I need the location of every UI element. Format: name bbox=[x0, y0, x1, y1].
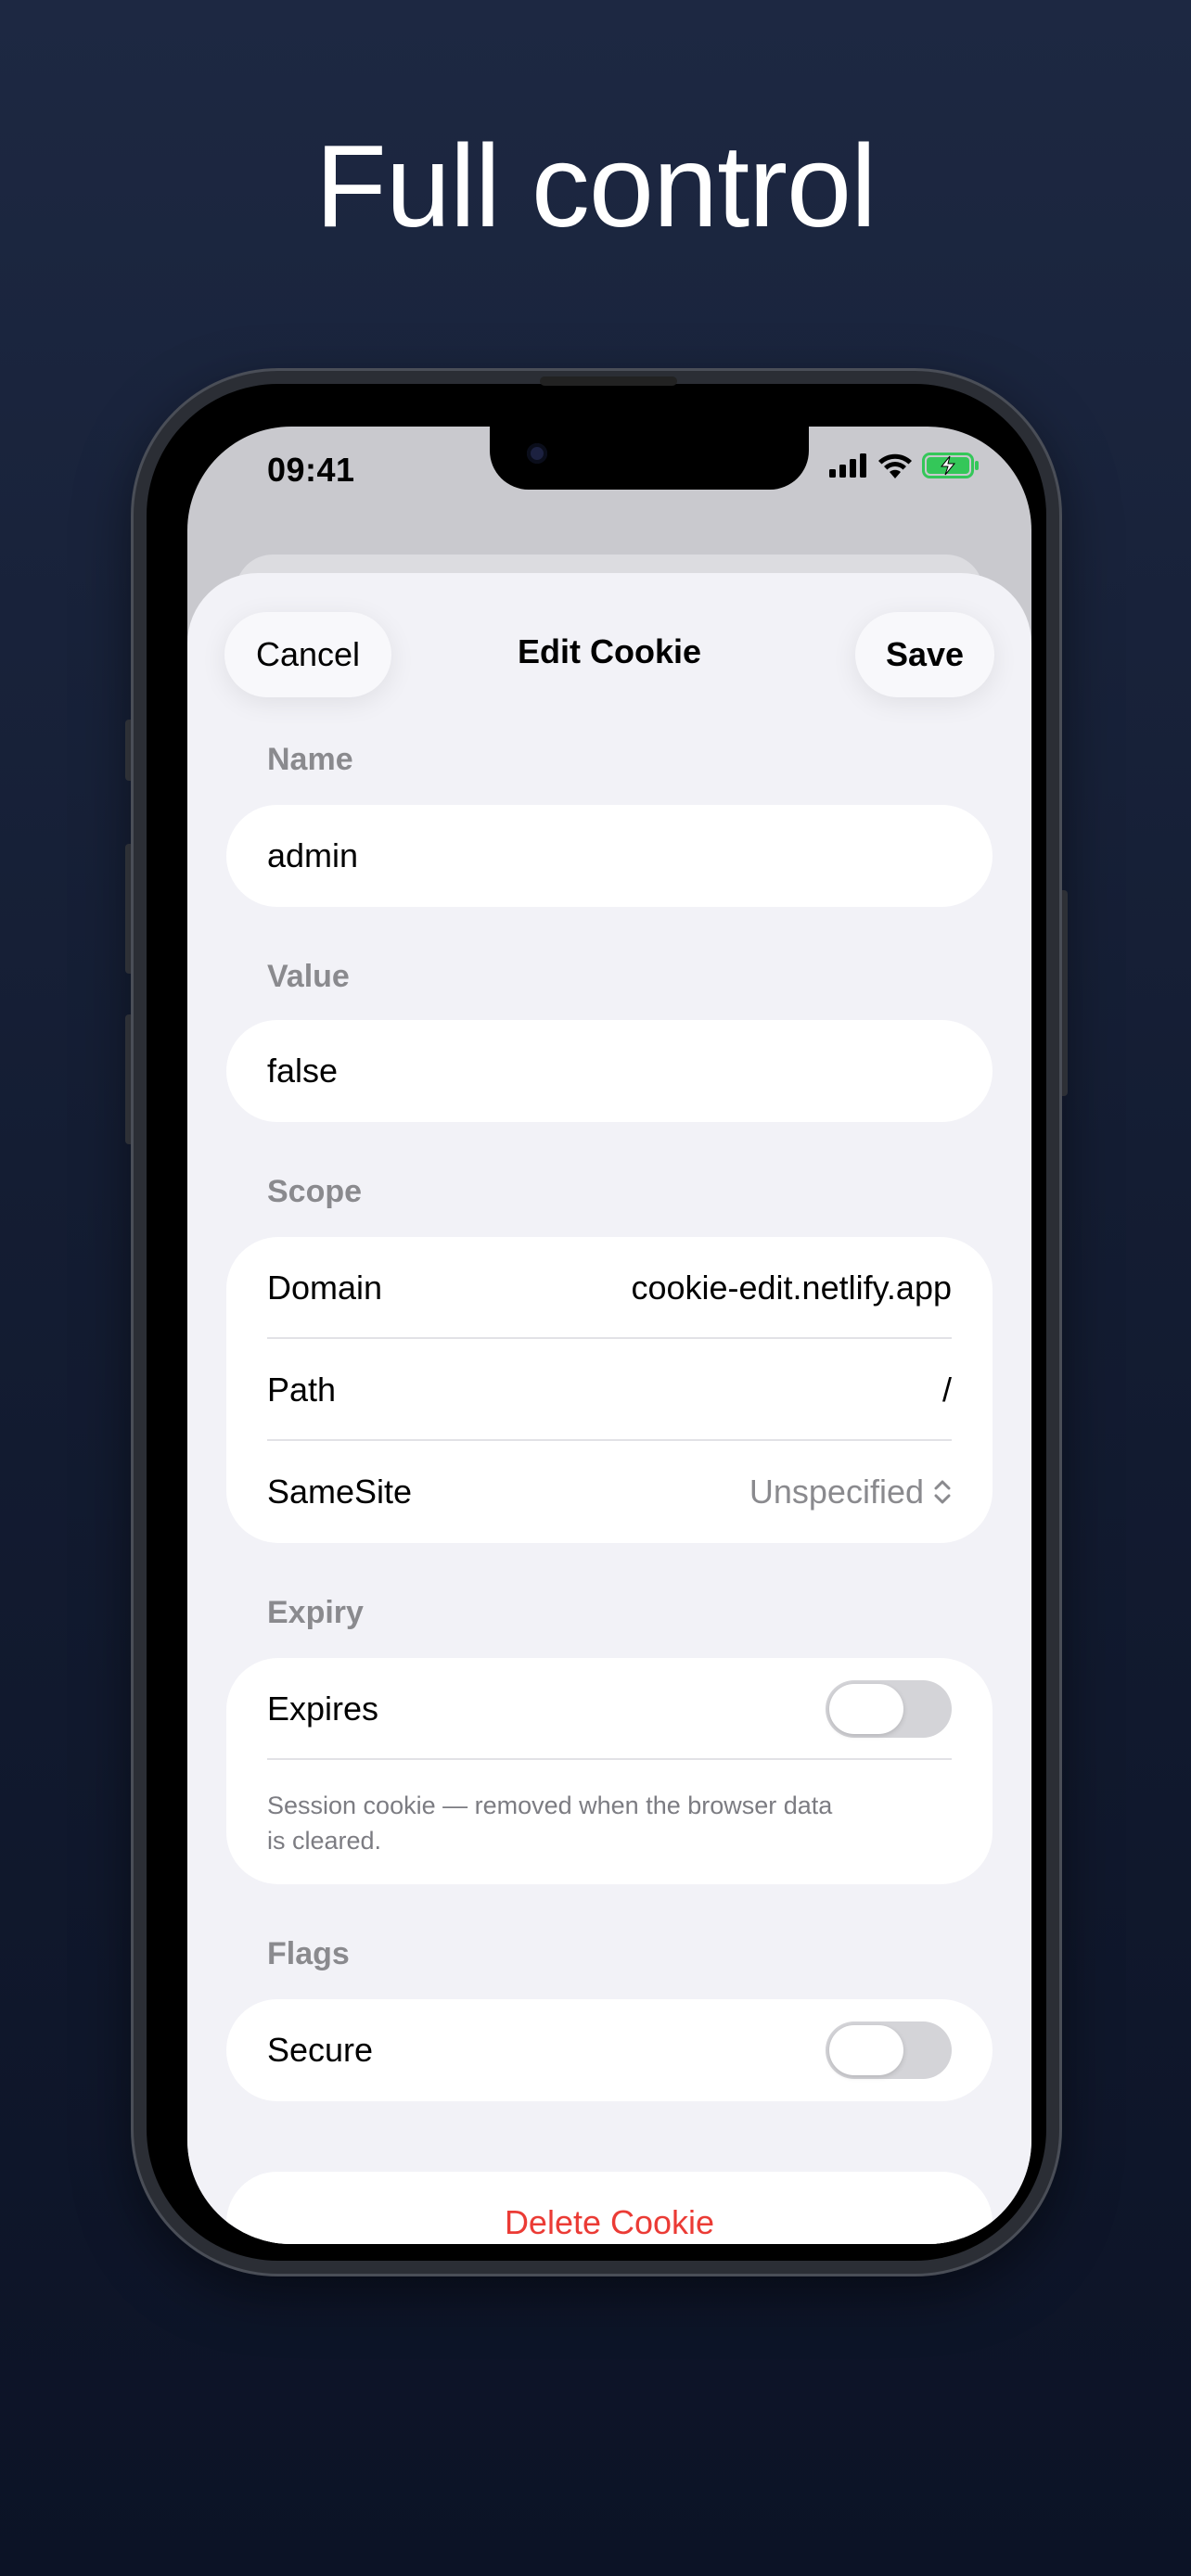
status-time: 09:41 bbox=[267, 451, 355, 489]
chevron-updown-icon bbox=[934, 1480, 951, 1504]
expires-toggle[interactable] bbox=[826, 1680, 952, 1738]
value-field[interactable]: false bbox=[226, 1020, 992, 1122]
scope-group: Domain cookie-edit.netlify.app Path / Sa… bbox=[226, 1237, 992, 1543]
secure-toggle[interactable] bbox=[826, 2021, 952, 2079]
samesite-row[interactable]: SameSite Unspecified bbox=[267, 1441, 952, 1543]
name-field[interactable]: admin bbox=[226, 805, 992, 907]
session-note: Session cookie — removed when the browse… bbox=[267, 1788, 881, 1858]
domain-value: cookie-edit.netlify.app bbox=[631, 1269, 952, 1307]
signal-icon bbox=[829, 453, 866, 478]
speaker-grille bbox=[540, 376, 677, 386]
path-row[interactable]: Path / bbox=[267, 1339, 952, 1441]
power-button bbox=[1058, 890, 1068, 1096]
expiry-label: Expiry bbox=[267, 1595, 364, 1630]
secure-row: Secure bbox=[267, 1999, 952, 2101]
name-label: Name bbox=[267, 742, 353, 777]
notch bbox=[490, 427, 809, 490]
domain-row[interactable]: Domain cookie-edit.netlify.app bbox=[267, 1237, 952, 1339]
phone-frame: 09:41 Cancel Edit Cookie Save Name admin… bbox=[134, 371, 1059, 2274]
camera-icon bbox=[527, 443, 547, 464]
edit-cookie-sheet: Cancel Edit Cookie Save Name admin Value… bbox=[187, 573, 1031, 2244]
flags-label: Flags bbox=[267, 1936, 350, 1971]
battery-icon bbox=[922, 453, 979, 478]
phone-bezel: 09:41 Cancel Edit Cookie Save Name admin… bbox=[147, 376, 1046, 2261]
wifi-icon bbox=[878, 453, 912, 478]
expires-label: Expires bbox=[267, 1690, 379, 1728]
divider bbox=[267, 1758, 952, 1760]
expiry-group: Expires Session cookie — removed when th… bbox=[226, 1658, 992, 1884]
samesite-label: SameSite bbox=[267, 1473, 413, 1511]
toggle-knob bbox=[829, 1684, 903, 1734]
save-button[interactable]: Save bbox=[855, 612, 994, 697]
flags-group: Secure bbox=[226, 1999, 992, 2101]
domain-label: Domain bbox=[267, 1269, 383, 1307]
session-note-line1: Session cookie — removed when the browse… bbox=[267, 1792, 833, 1819]
toggle-knob bbox=[829, 2025, 903, 2075]
expires-row: Expires bbox=[267, 1658, 952, 1760]
status-icons bbox=[829, 453, 980, 478]
path-label: Path bbox=[267, 1371, 337, 1409]
phone-screen: 09:41 Cancel Edit Cookie Save Name admin… bbox=[187, 427, 1031, 2244]
samesite-select[interactable]: Unspecified bbox=[749, 1473, 952, 1511]
value-label: Value bbox=[267, 959, 350, 994]
headline: Full control bbox=[314, 121, 877, 251]
delete-cookie-button[interactable]: Delete Cookie bbox=[226, 2172, 992, 2244]
path-value: / bbox=[941, 1371, 952, 1409]
samesite-value: Unspecified bbox=[749, 1473, 924, 1511]
secure-label: Secure bbox=[267, 2031, 374, 2069]
scope-label: Scope bbox=[267, 1174, 363, 1209]
session-note-line2: is cleared. bbox=[267, 1827, 382, 1855]
